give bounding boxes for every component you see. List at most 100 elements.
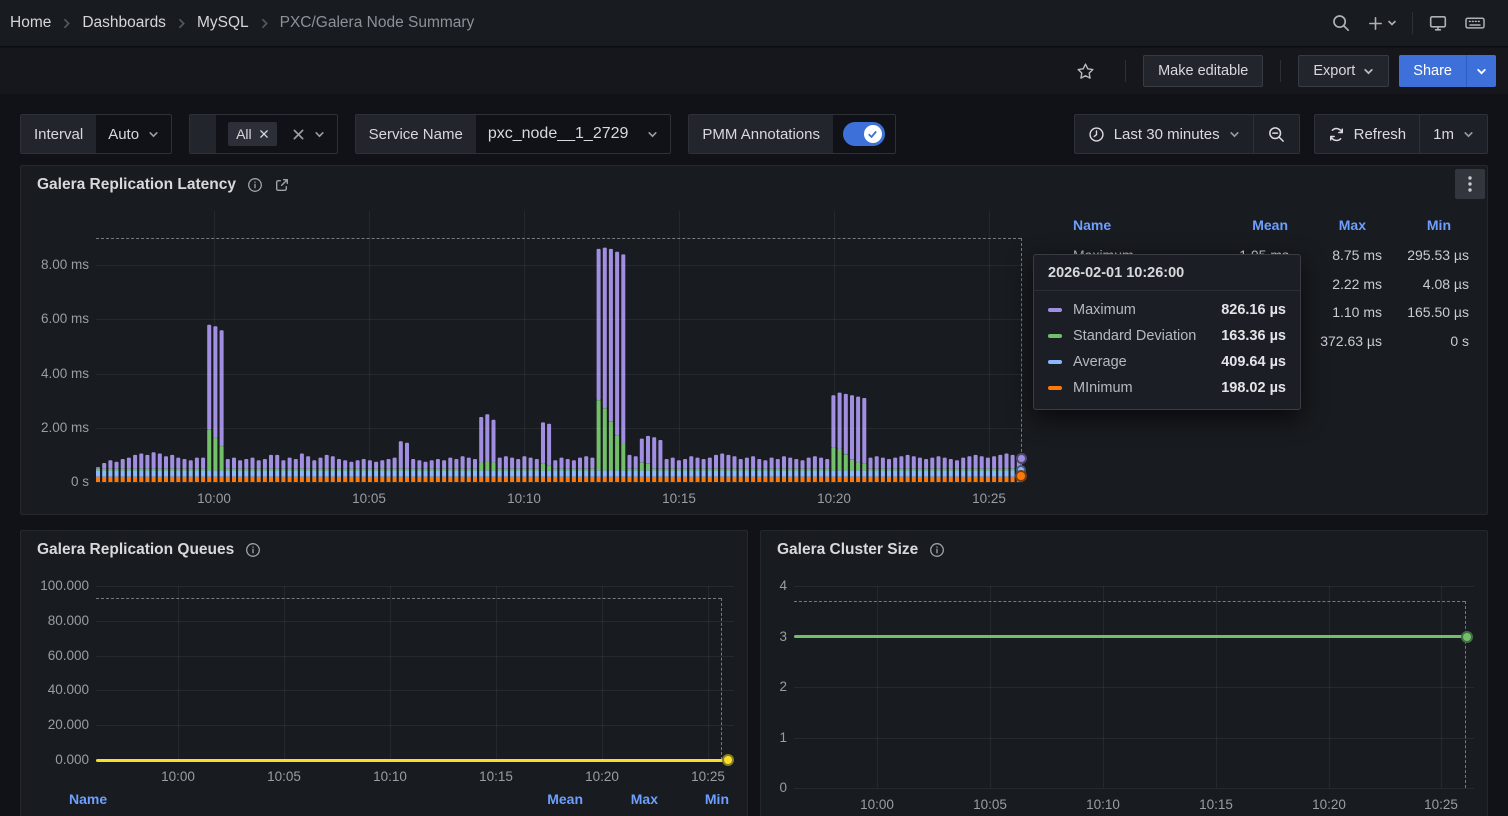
series-swatch: [1048, 308, 1062, 312]
x-tick-label: 10:25: [684, 769, 732, 785]
tooltip-series-value: 826.16 µs: [1221, 302, 1286, 318]
gridline: [284, 586, 285, 760]
chevron-down-icon: [314, 129, 325, 140]
legend-header-name[interactable]: Name: [69, 791, 107, 807]
x-tick-label: 10:20: [1305, 797, 1353, 813]
kebab-menu-icon[interactable]: [1455, 169, 1485, 199]
chevron-down-icon: [1476, 66, 1487, 77]
hover-point-maximum: [1016, 453, 1027, 464]
tooltip-series-label: Standard Deviation: [1073, 328, 1196, 344]
legend-value: 295.53 µs: [1319, 247, 1469, 263]
series-swatch: [1048, 360, 1062, 364]
interval-select[interactable]: Auto: [96, 115, 171, 153]
monitor-icon[interactable]: [1420, 7, 1456, 39]
gridline: [794, 687, 1474, 688]
x-tick-label: 10:20: [810, 491, 858, 507]
gridline: [1441, 586, 1442, 788]
panel-title[interactable]: Galera Cluster Size: [777, 541, 945, 559]
time-range-picker[interactable]: Last 30 minutes: [1075, 115, 1253, 153]
x-tick-label: 10:00: [154, 769, 202, 785]
pmm-annotations-toggle[interactable]: [843, 122, 885, 146]
y-tick-label: 2.00 ms: [21, 420, 89, 436]
cluster-select[interactable]: All: [216, 115, 337, 153]
legend-header-name[interactable]: Name: [1073, 217, 1111, 233]
legend-value: 165.50 µs: [1319, 304, 1469, 320]
breadcrumb-item[interactable]: Home: [10, 14, 51, 32]
tooltip-series-value: 163.36 µs: [1221, 328, 1286, 344]
keyboard-icon[interactable]: [1456, 7, 1494, 39]
legend-header-min[interactable]: Min: [609, 791, 729, 807]
hover-point-minimum: [1015, 470, 1027, 482]
share-split-button: Share: [1399, 55, 1496, 87]
variables-bar: Interval Auto All Service Name pxc_node_…: [20, 114, 1488, 154]
chevron-down-icon: [1387, 18, 1397, 28]
info-icon[interactable]: [245, 542, 261, 558]
cluster-chip-all[interactable]: All: [228, 122, 277, 146]
service-name-filter: Service Name pxc_node__1_2729: [355, 114, 672, 154]
legend-header-min[interactable]: Min: [1311, 217, 1451, 233]
share-menu-button[interactable]: [1466, 55, 1496, 87]
refresh-interval-select[interactable]: 1m: [1420, 115, 1487, 153]
check-icon: [867, 129, 878, 140]
y-tick-label: 60.000: [21, 648, 89, 664]
share-button[interactable]: Share: [1399, 55, 1466, 87]
breadcrumb-item[interactable]: Dashboards: [82, 14, 166, 32]
refresh-button[interactable]: Refresh: [1315, 115, 1420, 153]
legend-value: 4.08 µs: [1319, 276, 1469, 292]
gridline: [96, 374, 1023, 375]
x-tick-label: 10:15: [655, 491, 703, 507]
chevron-down-icon: [1363, 66, 1374, 77]
clear-all-icon: [292, 128, 305, 141]
x-tick-label: 10:25: [1417, 797, 1465, 813]
gridline: [390, 586, 391, 760]
chevron-down-icon: [148, 129, 159, 140]
gridline: [602, 586, 603, 760]
crosshair-vertical: [721, 598, 722, 760]
chevron-right-icon: [175, 17, 188, 30]
legend-value: 0 s: [1319, 333, 1469, 349]
breadcrumb-item[interactable]: MySQL: [197, 14, 249, 32]
zoom-out-icon: [1267, 125, 1286, 144]
tooltip-series-value: 198.02 µs: [1221, 380, 1286, 396]
gridline: [96, 428, 1023, 429]
tooltip-row: Standard Deviation 163.36 µs: [1048, 328, 1286, 344]
chevron-down-icon: [647, 129, 658, 140]
service-name-select[interactable]: pxc_node__1_2729: [476, 115, 671, 153]
y-tick-label: 20.000: [21, 717, 89, 733]
x-tick-label: 10:15: [472, 769, 520, 785]
info-icon[interactable]: [929, 542, 945, 558]
zoom-out-button[interactable]: [1254, 115, 1299, 153]
chevron-right-icon: [258, 17, 271, 30]
divider: [1412, 12, 1413, 34]
tooltip-series-value: 409.64 µs: [1221, 354, 1286, 370]
y-tick-label: 2: [761, 679, 787, 695]
series-end-point: [1461, 631, 1473, 643]
tooltip-row: MInimum 198.02 µs: [1048, 380, 1286, 396]
cluster-size-series-line: [794, 635, 1467, 638]
cluster-filter: All: [189, 114, 338, 154]
export-button[interactable]: Export: [1298, 55, 1389, 87]
star-icon[interactable]: [1067, 55, 1104, 88]
x-tick-label: 10:10: [1079, 797, 1127, 813]
search-icon[interactable]: [1323, 7, 1359, 39]
queues-chart-plot[interactable]: [96, 586, 734, 760]
crosshair-vertical: [1021, 238, 1022, 482]
interval-filter: Interval Auto: [20, 114, 172, 154]
y-tick-label: 1: [761, 730, 787, 746]
gridline: [96, 482, 1023, 483]
panel-title[interactable]: Galera Replication Latency: [37, 176, 290, 194]
gridline: [794, 586, 1474, 587]
series-swatch: [1048, 386, 1062, 390]
gridline: [178, 586, 179, 760]
x-tick-label: 10:00: [190, 491, 238, 507]
tooltip-series-label: Average: [1073, 354, 1127, 370]
info-icon[interactable]: [247, 177, 263, 193]
cluster-label: [190, 115, 216, 153]
latency-chart-plot[interactable]: [96, 211, 1023, 482]
pmm-annotations-control: PMM Annotations: [688, 114, 896, 154]
add-button[interactable]: [1359, 9, 1405, 38]
external-link-icon[interactable]: [274, 177, 290, 193]
breadcrumb: HomeDashboardsMySQLPXC/Galera Node Summa…: [10, 14, 474, 32]
make-editable-button[interactable]: Make editable: [1143, 55, 1263, 87]
panel-title[interactable]: Galera Replication Queues: [37, 541, 261, 559]
